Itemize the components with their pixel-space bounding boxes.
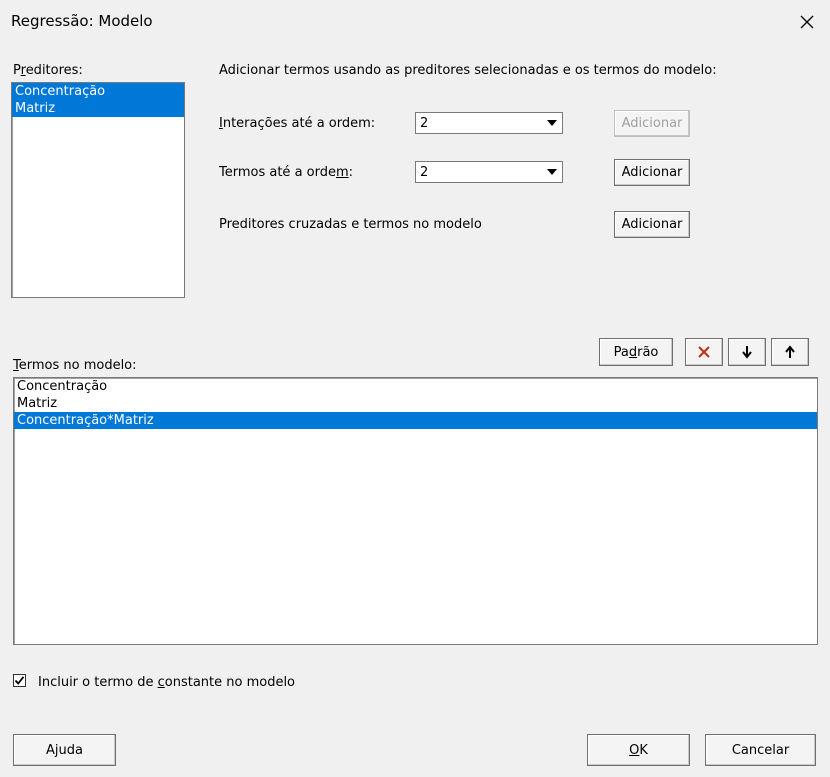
add-terms-button[interactable]: Adicionar (614, 159, 690, 186)
help-button[interactable]: Ajuda (13, 734, 116, 766)
terms-order-label: Termos até a ordem: (219, 165, 354, 180)
title-bar: Regressão: Modelo (0, 0, 830, 44)
default-button[interactable]: Pa d rão (599, 338, 673, 366)
model-term-item[interactable]: Matriz (14, 395, 817, 412)
interactions-order-select[interactable]: 2 (415, 112, 563, 134)
dropdown-arrow[interactable] (543, 114, 561, 132)
model-terms-label: Termos no modelo: (13, 358, 137, 373)
model-term-item-selected[interactable]: Concentração*Matriz (14, 412, 817, 429)
predictors-listbox[interactable]: Concentração Matriz (11, 82, 185, 298)
arrow-up-icon (785, 345, 795, 358)
close-icon (800, 15, 814, 29)
predictor-item-concentracao[interactable]: Concentração (12, 83, 184, 100)
ok-button[interactable]: OK (587, 734, 690, 766)
close-button[interactable] (784, 0, 830, 44)
add-interactions-button[interactable]: Adicionar (614, 110, 690, 137)
window-title: Regressão: Modelo (11, 12, 153, 30)
delete-term-button[interactable] (685, 338, 723, 366)
terms-order-select[interactable]: 2 (415, 161, 563, 183)
model-terms-listbox[interactable]: Concentração Matriz Concentração*Matriz (13, 377, 818, 645)
interactions-order-value: 2 (420, 116, 429, 131)
include-constant-checkbox[interactable] (13, 674, 26, 687)
move-down-button[interactable] (728, 338, 766, 366)
predictor-item-matriz[interactable]: Matriz (12, 100, 184, 117)
terms-order-value: 2 (420, 165, 429, 180)
add-crossed-button[interactable]: Adicionar (614, 211, 690, 238)
chevron-down-icon (547, 120, 557, 126)
add-terms-heading: Adicionar termos usando as preditores se… (219, 63, 717, 78)
checkmark-icon (14, 676, 25, 685)
cancel-button[interactable]: Cancelar (705, 734, 816, 766)
move-up-button[interactable] (771, 338, 809, 366)
predictors-label: Preditores: (13, 63, 83, 78)
delete-x-icon (698, 346, 710, 358)
include-constant-label: Incluir o termo de constante no modelo (38, 675, 296, 690)
chevron-down-icon (547, 169, 557, 175)
crossed-predictors-label: Preditores cruzadas e termos no modelo (219, 217, 482, 232)
model-term-item[interactable]: Concentração (14, 378, 817, 395)
arrow-down-icon (742, 346, 752, 359)
interactions-label: Interações até a ordem: (219, 116, 376, 131)
dropdown-arrow[interactable] (543, 163, 561, 181)
